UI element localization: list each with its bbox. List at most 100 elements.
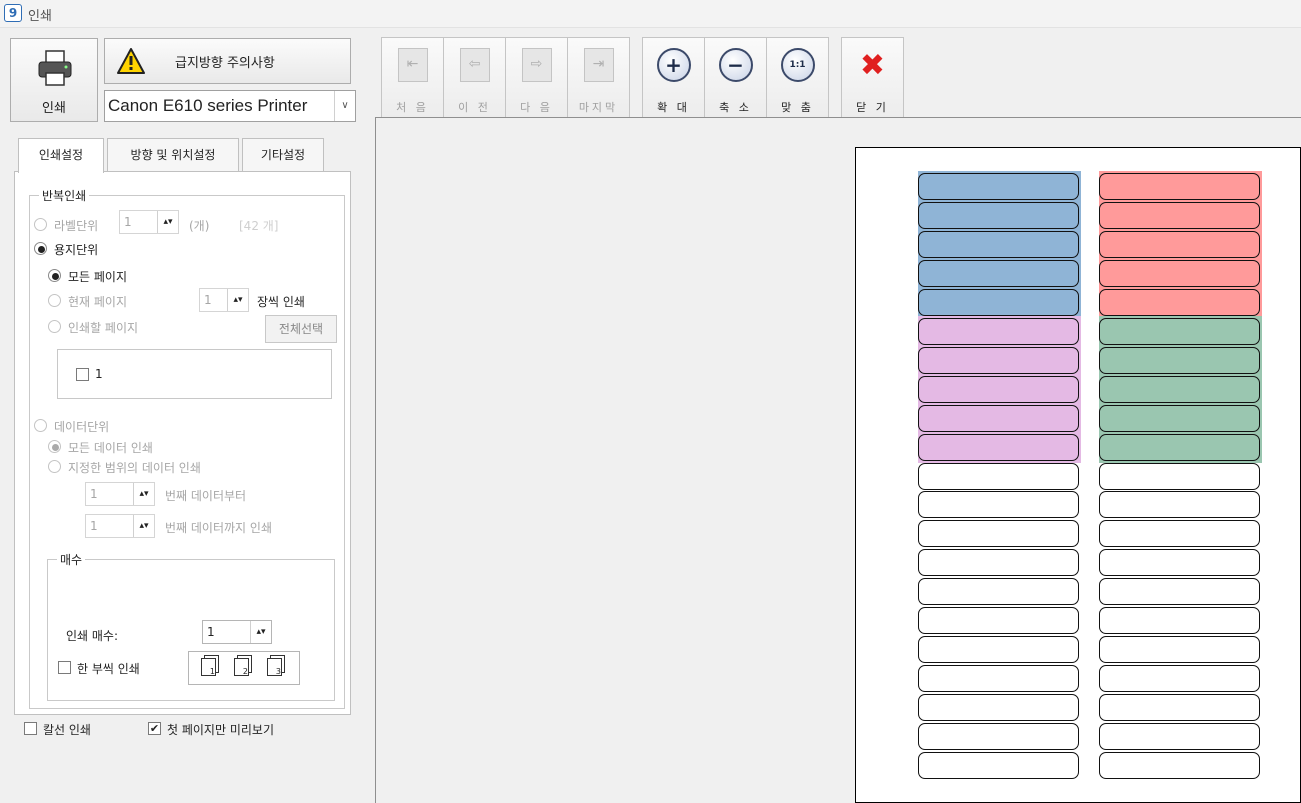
- ruled-print-checkbox[interactable]: [24, 722, 37, 735]
- label-cell: [918, 173, 1079, 200]
- label-cell: [1099, 549, 1260, 577]
- next-page-button[interactable]: ⇨ 다 음: [505, 37, 568, 120]
- copies-group: 매수 인쇄 매수: 1 ▴▾ 한 부씩 인쇄 1 2 3: [47, 551, 335, 701]
- label-cell: [918, 665, 1079, 693]
- range-from-value: 1: [90, 487, 98, 501]
- all-data-radio[interactable]: [48, 440, 61, 453]
- label-cell: [918, 636, 1079, 664]
- last-page-button[interactable]: ⇥ 마지막: [567, 37, 630, 120]
- range-to-label: 번째 데이터까지 인쇄: [165, 521, 272, 535]
- label-cell: [1099, 636, 1260, 664]
- spinner-arrows-icon[interactable]: ▴▾: [133, 515, 154, 537]
- all-pages-radio[interactable]: [48, 269, 61, 282]
- label-cell: [1099, 375, 1260, 403]
- label-cell: [1099, 723, 1260, 751]
- spinner-arrows-icon[interactable]: ▴▾: [227, 289, 248, 311]
- spinner-arrows-icon[interactable]: ▴▾: [133, 483, 154, 505]
- label-cell: [918, 549, 1079, 577]
- label-cell: [918, 491, 1079, 519]
- paper-unit-radio[interactable]: [34, 242, 47, 255]
- fit-button[interactable]: 1:1 맞 춤: [766, 37, 829, 120]
- ruled-print-label: 칼선 인쇄: [43, 723, 91, 737]
- first-page-label: 처 음: [396, 101, 429, 114]
- collate-page-3-icon: 3: [267, 658, 282, 676]
- label-cell: [918, 694, 1079, 722]
- label-unit-radio[interactable]: [34, 218, 47, 231]
- title-bar: 9 인쇄: [0, 0, 1301, 28]
- copies-title: 매수: [57, 551, 86, 568]
- close-label: 닫 기: [856, 101, 889, 114]
- printer-select-value: Canon E610 series Printer: [108, 96, 308, 115]
- zoom-in-label: 확 대: [657, 101, 690, 114]
- label-cell: [918, 375, 1079, 403]
- prev-page-label: 이 전: [458, 101, 491, 114]
- chevron-down-icon[interactable]: ∨: [334, 91, 355, 121]
- first-page-button[interactable]: ⇤ 처 음: [381, 37, 444, 120]
- data-unit-radio[interactable]: [34, 419, 47, 432]
- warning-icon: [117, 48, 145, 74]
- label-cell: [1099, 346, 1260, 374]
- zoom-out-icon: −: [718, 48, 753, 82]
- collate-label: 한 부씩 인쇄: [77, 662, 140, 676]
- tab-print-settings[interactable]: 인쇄설정: [18, 138, 104, 173]
- label-cell: [918, 259, 1079, 287]
- collate-page-1-icon: 1: [201, 658, 216, 676]
- per-sheet-label: 장씩 인쇄: [257, 295, 305, 309]
- range-from-stepper[interactable]: 1 ▴▾: [85, 482, 155, 506]
- first-page-icon: ⇤: [397, 48, 428, 82]
- label-cell: [918, 433, 1079, 461]
- label-cell: [1099, 288, 1260, 316]
- pages-to-print-label: 인쇄할 페이지: [68, 321, 139, 335]
- current-page-stepper[interactable]: 1 ▴▾: [199, 288, 249, 312]
- prev-page-button[interactable]: ⇦ 이 전: [443, 37, 506, 120]
- label-cell: [918, 607, 1079, 635]
- page-list: 1: [57, 349, 332, 399]
- current-page-value: 1: [204, 293, 212, 307]
- current-page-label: 현재 페이지: [68, 295, 128, 309]
- first-page-preview-checkbox[interactable]: ✔: [148, 722, 161, 735]
- spinner-arrows-icon[interactable]: ▴▾: [157, 211, 178, 233]
- fit-icon: 1:1: [780, 48, 815, 82]
- label-cell: [1099, 491, 1260, 519]
- label-cell: [918, 230, 1079, 258]
- range-to-value: 1: [90, 519, 98, 533]
- printer-select[interactable]: Canon E610 series Printer ∨: [104, 90, 356, 122]
- feed-direction-warning-button[interactable]: 급지방향 주의사항: [104, 38, 351, 84]
- zoom-in-button[interactable]: + 확 대: [642, 37, 705, 120]
- copies-stepper[interactable]: 1 ▴▾: [202, 620, 272, 644]
- label-cell: [918, 520, 1079, 548]
- tab-orientation-position[interactable]: 방향 및 위치설정: [107, 138, 239, 172]
- label-cell: [918, 723, 1079, 751]
- label-cell: [918, 201, 1079, 229]
- label-cell: [1099, 259, 1260, 287]
- label-cell: [1099, 230, 1260, 258]
- label-count: [42 개]: [239, 219, 279, 233]
- tab-other-settings[interactable]: 기타설정: [242, 138, 324, 172]
- label-cell: [1099, 404, 1260, 432]
- warning-button-label: 급지방향 주의사항: [175, 56, 275, 71]
- label-cell: [918, 346, 1079, 374]
- printer-icon: [38, 50, 72, 86]
- range-data-radio[interactable]: [48, 460, 61, 473]
- label-cell: [1099, 665, 1260, 693]
- label-unit-suffix: (개): [189, 219, 210, 233]
- app-icon: 9: [4, 4, 22, 22]
- collate-page-2-icon: 2: [234, 658, 249, 676]
- select-all-button[interactable]: 전체선택: [265, 315, 337, 343]
- pages-to-print-radio[interactable]: [48, 320, 61, 333]
- label-unit-stepper[interactable]: 1 ▴▾: [119, 210, 179, 234]
- label-cell: [918, 578, 1079, 606]
- label-cell: [1099, 578, 1260, 606]
- collate-checkbox[interactable]: [58, 661, 71, 674]
- label-cell: [918, 317, 1079, 345]
- spinner-arrows-icon[interactable]: ▴▾: [250, 621, 271, 643]
- print-button[interactable]: 인쇄: [10, 38, 98, 122]
- label-cell: [1099, 520, 1260, 548]
- paper-unit-label: 용지단위: [54, 243, 99, 257]
- close-button[interactable]: ✖ 닫 기: [841, 37, 904, 120]
- zoom-out-button[interactable]: − 축 소: [704, 37, 767, 120]
- range-to-stepper[interactable]: 1 ▴▾: [85, 514, 155, 538]
- range-data-label: 지정한 범위의 데이터 인쇄: [68, 461, 201, 475]
- current-page-radio[interactable]: [48, 294, 61, 307]
- page-item-checkbox[interactable]: [76, 368, 89, 381]
